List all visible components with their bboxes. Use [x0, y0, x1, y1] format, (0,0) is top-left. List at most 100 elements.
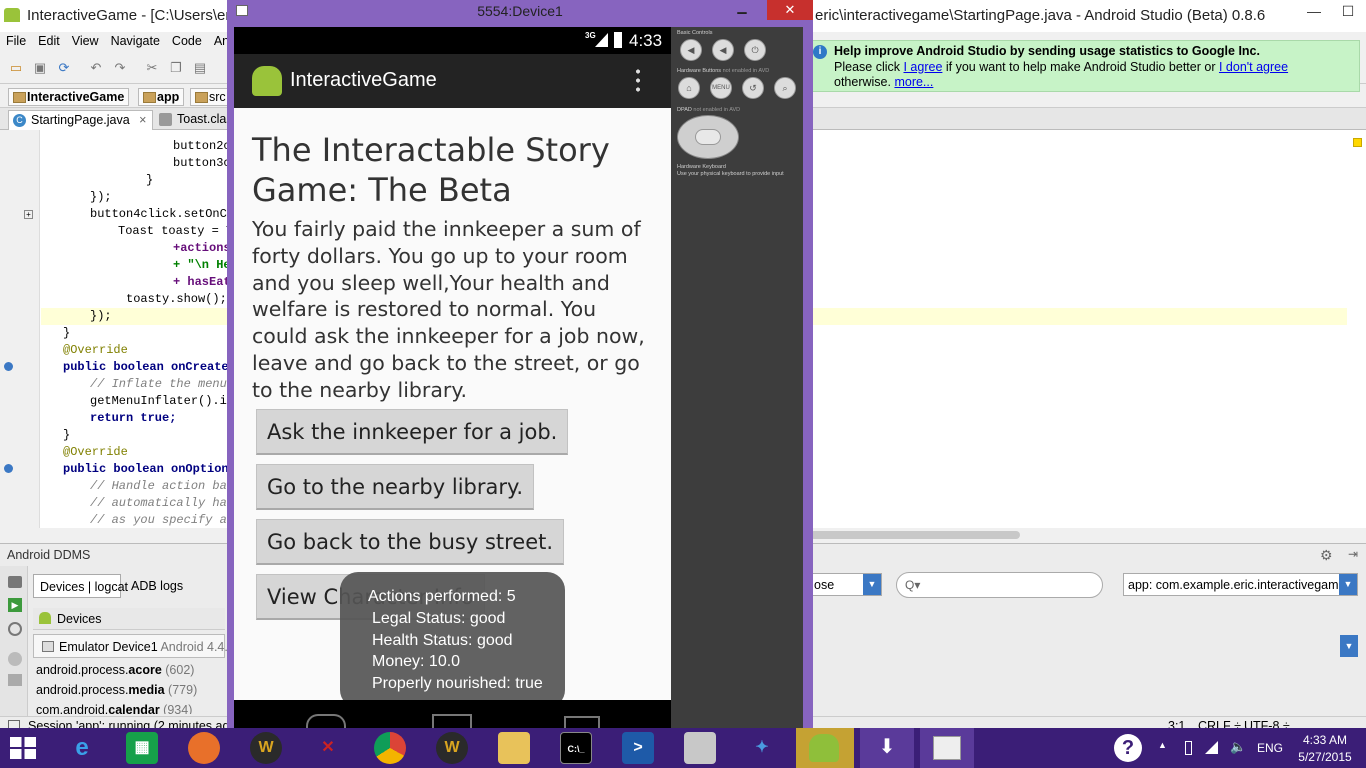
breadcrumb-app[interactable]: app: [138, 88, 185, 106]
warning-marker-icon[interactable]: [1353, 138, 1362, 147]
search-icon: Q▾: [905, 578, 921, 592]
powershell-icon[interactable]: >: [622, 732, 654, 764]
breadcrumb-project[interactable]: InteractiveGame: [8, 88, 130, 106]
chrome-icon[interactable]: [374, 732, 406, 764]
dpad-control[interactable]: [677, 115, 739, 159]
menu-view[interactable]: View: [66, 32, 105, 50]
list-item[interactable]: android.process.acore (602): [36, 663, 194, 677]
scrollbar-thumb[interactable]: [810, 531, 1020, 539]
taskbar-date[interactable]: 5/27/2015: [1294, 750, 1356, 764]
undo-icon[interactable]: ↶: [88, 60, 104, 76]
ide-title-left: InteractiveGame - [C:\Users\er: [27, 7, 231, 24]
code-line: // Inflate the menu: [90, 377, 227, 391]
menu-file[interactable]: File: [0, 32, 32, 50]
tab-close-icon[interactable]: ×: [139, 113, 146, 127]
code-line: }: [63, 326, 71, 340]
file-explorer-icon[interactable]: [498, 732, 530, 764]
download-taskbar-item[interactable]: ⬇: [860, 728, 914, 768]
code-line: button3c: [173, 156, 231, 170]
screen-icon[interactable]: [8, 674, 22, 686]
memory-icon[interactable]: [8, 622, 22, 636]
store-icon[interactable]: ▦: [126, 732, 158, 764]
hide-panel-icon[interactable]: ⇥: [1348, 547, 1358, 561]
app-action-bar: InteractiveGame: [234, 54, 671, 108]
home-button-icon[interactable]: ⌂: [678, 77, 700, 99]
i-dont-agree-link[interactable]: I don't agree: [1219, 60, 1288, 74]
log-level-select[interactable]: ose ▼: [810, 573, 882, 596]
emulator-minimize-button[interactable]: ▁: [729, 0, 755, 20]
taskbar-time[interactable]: 4:33 AM: [1300, 733, 1350, 747]
warcraft-icon[interactable]: W: [436, 732, 468, 764]
code-line: Toast toasty = T: [118, 224, 234, 238]
override-marker-icon[interactable]: [4, 464, 13, 473]
tab-devices-logcat[interactable]: Devices | logcat: [33, 574, 128, 598]
help-icon[interactable]: ?: [1114, 734, 1142, 762]
show-hidden-icons[interactable]: ▲: [1158, 740, 1167, 750]
menu-button[interactable]: MENU: [710, 77, 732, 99]
network-icon[interactable]: [1205, 741, 1218, 754]
fold-expand-icon[interactable]: +: [24, 210, 33, 219]
back-button-icon[interactable]: ↺: [742, 77, 764, 99]
cut-icon[interactable]: ✂: [144, 60, 160, 76]
story-text: You fairly paid the innkeeper a sum of f…: [252, 217, 645, 402]
start-button-icon[interactable]: [10, 737, 36, 759]
camera-icon[interactable]: [8, 576, 22, 588]
ide-maximize-button[interactable]: ☐: [1331, 0, 1365, 22]
hardware-keyboard-label: Hardware Keyboard: [677, 164, 726, 170]
copy-icon[interactable]: ❐: [168, 60, 184, 76]
list-item[interactable]: android.process.media (779): [36, 683, 197, 697]
paste-icon[interactable]: ▤: [192, 60, 208, 76]
override-marker-icon[interactable]: [4, 362, 13, 371]
save-icon[interactable]: ▣: [32, 60, 48, 76]
emulator-close-button[interactable]: ✕: [767, 0, 813, 20]
volume-down-icon[interactable]: ◀: [680, 39, 702, 61]
toast-money: Money: 10.0: [372, 653, 461, 670]
more-link[interactable]: more...: [894, 75, 933, 89]
language-indicator[interactable]: ENG: [1257, 741, 1283, 755]
search-button-icon[interactable]: ⌕: [774, 77, 796, 99]
ask-innkeeper-button[interactable]: Ask the innkeeper for a job.: [256, 409, 569, 455]
internet-explorer-icon[interactable]: e: [66, 732, 98, 764]
list-item[interactable]: com.android.calendar (934): [36, 703, 192, 714]
dpad-center[interactable]: [695, 129, 721, 145]
redo-icon[interactable]: ↷: [112, 60, 128, 76]
code-line: @Override: [63, 343, 128, 357]
breadcrumb-src[interactable]: src: [190, 88, 231, 106]
logcat-search-input[interactable]: Q▾: [896, 572, 1103, 598]
power-icon[interactable]: ⏻: [744, 39, 766, 61]
go-street-button[interactable]: Go back to the busy street.: [256, 519, 565, 565]
device-version: Android 4.4.2: [160, 640, 235, 654]
settings-gear-icon[interactable]: ⚙: [1320, 547, 1333, 564]
i-agree-link[interactable]: I agree: [903, 60, 942, 74]
overflow-menu-icon[interactable]: [636, 67, 640, 93]
menu-code[interactable]: Code: [166, 32, 208, 50]
battlenet-icon[interactable]: ✦: [746, 732, 778, 764]
ide-minimize-button[interactable]: —: [1297, 0, 1331, 22]
stop-icon[interactable]: [8, 652, 22, 666]
firefox-icon[interactable]: [188, 732, 220, 764]
run-icon[interactable]: ▶: [8, 598, 22, 612]
warcraft-icon[interactable]: W: [250, 732, 282, 764]
go-library-button[interactable]: Go to the nearby library.: [256, 464, 535, 510]
sync-icon[interactable]: ⟳: [56, 60, 72, 76]
emulator-controls-panel: Basic Controls ◀ ◀ ⏻ Hardware Buttons no…: [671, 27, 803, 736]
emulator-taskbar-item[interactable]: [920, 728, 974, 768]
battery-icon[interactable]: [1185, 741, 1192, 755]
tab-adb-logs[interactable]: ADB logs: [131, 579, 183, 593]
chevron-down-icon[interactable]: ▼: [1340, 635, 1358, 657]
hardware-buttons-label: Hardware Buttons: [677, 68, 722, 74]
menu-navigate[interactable]: Navigate: [105, 32, 166, 50]
android-studio-taskbar-item[interactable]: [796, 728, 854, 768]
chevron-down-icon: ▼: [1339, 574, 1357, 595]
volume-icon[interactable]: 🔈: [1230, 739, 1246, 755]
menu-edit[interactable]: Edit: [32, 32, 66, 50]
notepad-icon[interactable]: [684, 732, 716, 764]
open-folder-icon[interactable]: ▭: [8, 60, 24, 76]
command-prompt-icon[interactable]: C:\_: [560, 732, 592, 764]
app-filter-select[interactable]: app: com.example.eric.interactivegame ▼: [1123, 573, 1358, 596]
volume-up-icon[interactable]: ◀: [712, 39, 734, 61]
swords-game-icon[interactable]: ✕: [312, 732, 344, 764]
class-file-icon: [159, 113, 172, 126]
device-selector[interactable]: Emulator Device1 Android 4.4.2: [33, 634, 235, 658]
tab-startingpage[interactable]: C StartingPage.java ×: [8, 110, 154, 130]
